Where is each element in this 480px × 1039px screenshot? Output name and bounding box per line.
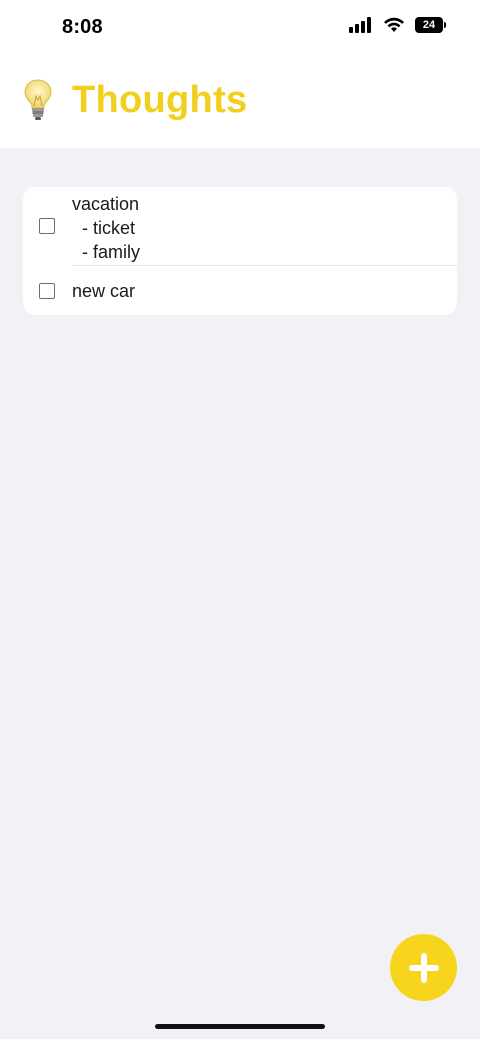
- top-bar: 8:08 24 Thoughts: [0, 0, 480, 148]
- checkbox[interactable]: [39, 218, 55, 234]
- home-indicator[interactable]: [155, 1024, 325, 1029]
- page-title: Thoughts: [72, 78, 248, 121]
- plus-icon: [408, 952, 439, 983]
- battery-icon: 24: [415, 17, 446, 33]
- status-icons: 24: [349, 17, 446, 33]
- lightbulb-icon: [24, 79, 52, 120]
- item-line: - ticket: [82, 217, 136, 238]
- signal-icon: [349, 17, 373, 33]
- status-time: 8:08: [62, 16, 103, 38]
- list-item[interactable]: vacation - ticket - family: [23, 187, 457, 265]
- checkbox[interactable]: [39, 282, 55, 299]
- header: Thoughts: [22, 78, 247, 122]
- list-item[interactable]: new car: [23, 266, 457, 315]
- wifi-icon: [384, 17, 404, 32]
- item-text[interactable]: vacation - ticket - family: [71, 189, 140, 264]
- item-line: new car: [72, 280, 136, 301]
- item-line: vacation: [72, 193, 140, 214]
- thought-list: vacation - ticket - family new car: [23, 187, 457, 315]
- item-line: - family: [82, 241, 140, 262]
- add-thought-button[interactable]: [390, 934, 457, 1001]
- battery-level: 24: [415, 17, 443, 33]
- item-text[interactable]: new car: [71, 279, 135, 303]
